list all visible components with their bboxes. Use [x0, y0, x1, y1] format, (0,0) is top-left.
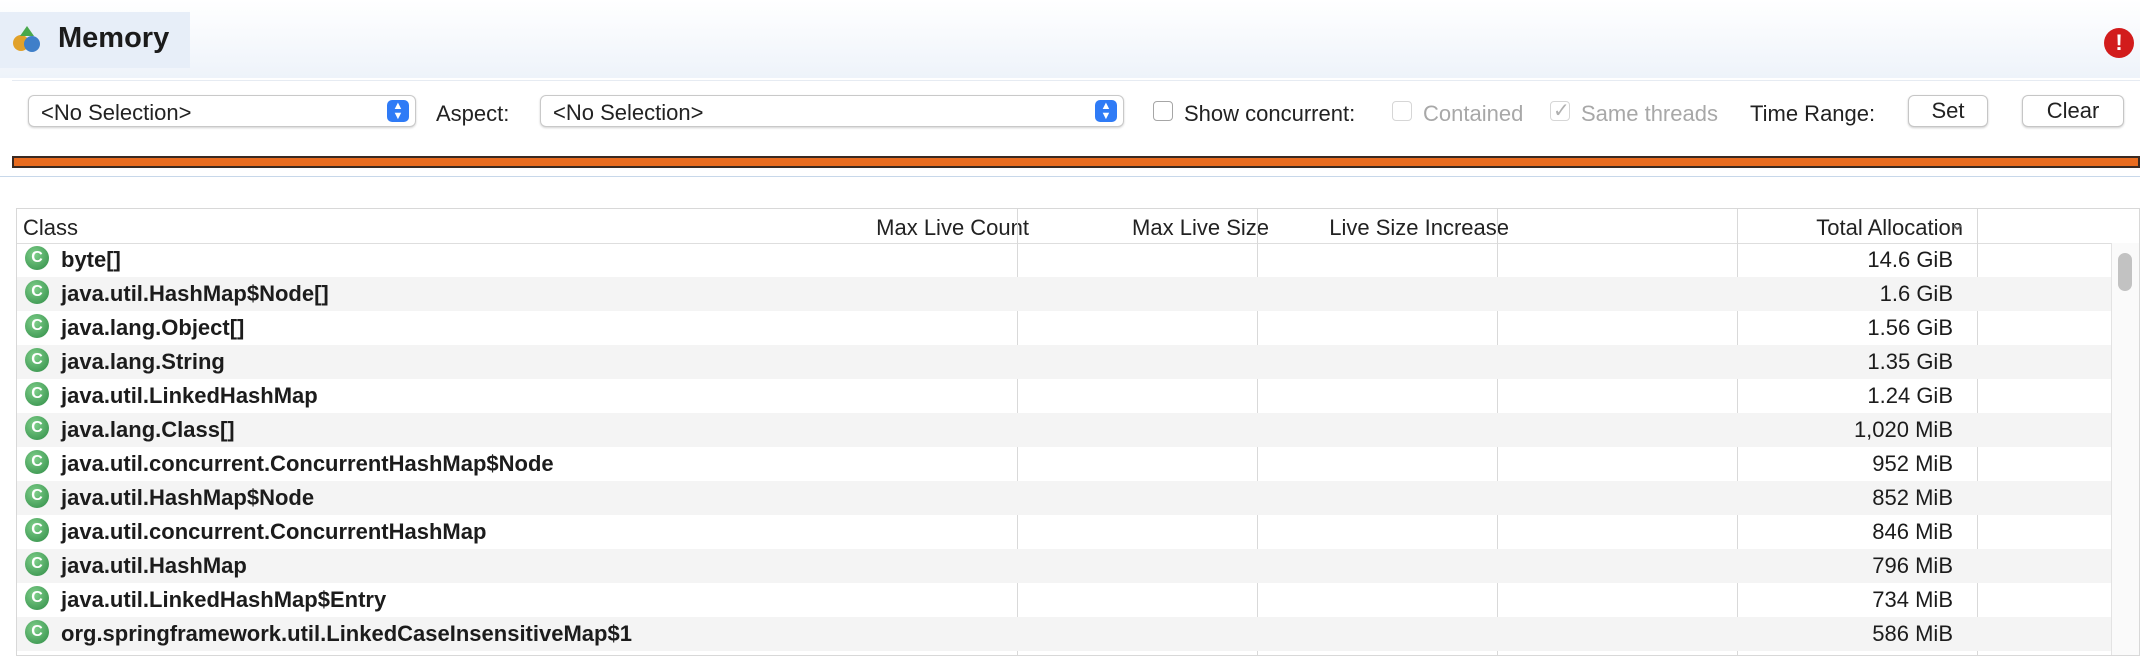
table-row[interactable]: Cjava.util.LinkedHashMap 1.24 GiB [17, 379, 2111, 413]
class-name: java.util.HashMap$Node [61, 485, 315, 510]
time-range-bar[interactable] [12, 156, 2140, 168]
aspect-label: Aspect: [436, 101, 510, 126]
total-allocation-value: 952 MiB [1872, 451, 1953, 476]
time-range-label: Time Range: [1750, 101, 1876, 126]
check-icon: ✓ [1553, 100, 1570, 122]
title-bar [0, 0, 2140, 78]
allocation-table: Class Max Live Count Max Live Size Live … [16, 208, 2140, 656]
class-icon: C [25, 484, 49, 508]
table-row[interactable]: Cjava.util.concurrent.ConcurrentHashMap 8… [17, 515, 2111, 549]
column-header-max-live-count[interactable]: Max Live Count [876, 215, 1029, 241]
contained-label: Contained [1423, 101, 1524, 126]
class-icon: C [25, 518, 49, 542]
class-name: java.lang.Class[] [61, 417, 235, 442]
window-title: Memory [58, 22, 170, 54]
table-row[interactable]: Cjava.util.HashMap$Node 852 MiB [17, 481, 2111, 515]
show-concurrent-checkbox[interactable] [1153, 101, 1173, 121]
class-icon: C [25, 314, 49, 338]
table-row[interactable]: Cjava.lang.Object[] 1.56 GiB [17, 311, 2111, 345]
class-name: java.util.HashMap$Node[] [61, 281, 329, 306]
class-icon: C [25, 382, 49, 406]
table-header: Class Max Live Count Max Live Size Live … [17, 209, 2139, 244]
contained-checkbox[interactable] [1392, 101, 1412, 121]
separator [0, 176, 2140, 177]
class-name: java.util.LinkedHashMap [61, 383, 318, 408]
column-header-total-allocation[interactable]: Total Allocation [1816, 215, 1963, 241]
total-allocation-value: 14.6 GiB [1867, 247, 1953, 272]
chevron-updown-icon: ▲ ▼ [387, 100, 409, 122]
total-allocation-value: 1.35 GiB [1867, 349, 1953, 374]
chevron-updown-icon: ▲ ▼ [1095, 100, 1117, 122]
aspect-dropdown-value: <No Selection> [553, 100, 704, 125]
column-header-class[interactable]: Class [23, 215, 78, 241]
total-allocation-value: 734 MiB [1872, 587, 1953, 612]
set-button[interactable]: Set [1908, 95, 1988, 127]
class-name: java.lang.Object[] [61, 315, 245, 340]
scrollbar-thumb[interactable] [2118, 253, 2132, 291]
same-threads-checkbox[interactable]: ✓ [1550, 100, 1570, 122]
class-icon: C [25, 348, 49, 372]
clear-button[interactable]: Clear [2022, 95, 2124, 127]
table-row[interactable]: Cjava.util.LinkedHashMap$Entry 734 MiB [17, 583, 2111, 617]
total-allocation-value: 586 MiB [1872, 621, 1953, 646]
table-row[interactable]: Cjava.util.concurrent.ConcurrentHashMap$… [17, 447, 2111, 481]
memory-view-icon [12, 24, 42, 54]
show-concurrent-label: Show concurrent: [1184, 101, 1356, 126]
total-allocation-value: 1.56 GiB [1867, 315, 1953, 340]
error-icon[interactable]: ! [2104, 28, 2134, 58]
sort-descending-icon: ⌄ [1949, 213, 1966, 235]
total-allocation-value: 1.24 GiB [1867, 383, 1953, 408]
table-row[interactable]: Cjava.lang.Class[] 1,020 MiB [17, 413, 2111, 447]
vertical-scrollbar[interactable] [2111, 243, 2139, 655]
table-row[interactable]: Cjava.lang.String 1.35 GiB [17, 345, 2111, 379]
class-name: java.util.HashMap [61, 553, 247, 578]
column-header-max-live-size[interactable]: Max Live Size [1132, 215, 1269, 241]
aspect-dropdown[interactable]: <No Selection> ▲ ▼ [540, 95, 1124, 127]
table-row[interactable]: Cbyte[] 14.6 GiB [17, 243, 2111, 277]
class-icon: C [25, 552, 49, 576]
class-icon: C [25, 416, 49, 440]
total-allocation-value: 796 MiB [1872, 553, 1953, 578]
total-allocation-value: 852 MiB [1872, 485, 1953, 510]
total-allocation-value: 1.6 GiB [1879, 281, 1953, 306]
total-allocation-value: 846 MiB [1872, 519, 1953, 544]
same-threads-label: Same threads [1581, 101, 1718, 126]
total-allocation-label: Total Allocation [1816, 215, 1963, 240]
class-icon: C [25, 450, 49, 474]
selection-dropdown[interactable]: <No Selection> ▲ ▼ [28, 95, 416, 127]
column-header-live-size-increase[interactable]: Live Size Increase [1329, 215, 1509, 241]
class-name: byte[] [61, 247, 121, 272]
class-name: java.util.LinkedHashMap$Entry [61, 587, 387, 612]
class-icon: C [25, 280, 49, 304]
table-row[interactable]: Cjava.util.HashMap$Node[] 1.6 GiB [17, 277, 2111, 311]
class-name: org.springframework.util.LinkedCaseInsen… [61, 621, 632, 646]
class-name: java.util.concurrent.ConcurrentHashMap$N… [61, 451, 554, 476]
class-name: java.util.concurrent.ConcurrentHashMap [61, 519, 487, 544]
class-icon: C [25, 586, 49, 610]
class-name: java.lang.String [61, 349, 225, 374]
total-allocation-value: 1,020 MiB [1853, 417, 1953, 442]
table-row[interactable]: Corg.springframework.util.LinkedCaseInse… [17, 617, 2111, 651]
table-row[interactable]: Cjava.util.HashMap 796 MiB [17, 549, 2111, 583]
class-icon: C [25, 246, 49, 270]
class-icon: C [25, 620, 49, 644]
selection-dropdown-value: <No Selection> [41, 100, 192, 125]
